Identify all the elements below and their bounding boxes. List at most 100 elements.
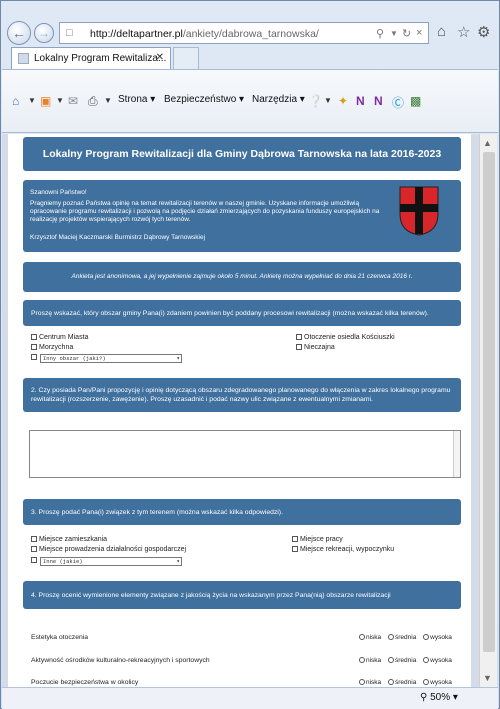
checkbox[interactable] [31, 354, 37, 360]
rss-feed-icon[interactable]: ▣ [40, 94, 51, 108]
question-3-panel: 3. Proszę podać Pana(i) związek z tym te… [23, 499, 461, 525]
chevron-down-icon[interactable]: ▼ [56, 96, 64, 105]
rating-radio-group[interactable]: niska średnia wysoka [359, 657, 457, 664]
back-button[interactable]: ← [7, 21, 31, 45]
addon-icon[interactable]: ✦ [338, 94, 348, 108]
radio-wysoka[interactable]: wysoka [423, 657, 452, 664]
chevron-down-icon[interactable]: ▼ [28, 96, 36, 105]
option-centrum-miasta[interactable]: Centrum Miasta [31, 334, 88, 341]
scroll-up-icon[interactable]: ▲ [483, 138, 492, 148]
chevron-down-icon[interactable]: ▼ [104, 96, 112, 105]
checkbox[interactable] [292, 546, 298, 552]
other-area-input[interactable]: Inny obszar (jaki?) ▾ [40, 354, 182, 363]
zoom-icon: ⚲ [420, 692, 428, 703]
survey-title-panel: Lokalny Program Rewitalizacji dla Gminy … [23, 137, 461, 171]
greeting-text: Szanowni Państwo! [30, 189, 87, 196]
dropdown-icon[interactable]: ▼ [390, 29, 398, 38]
notice-panel: Ankieta jest anonimowa, a jej wypełnieni… [23, 262, 461, 292]
option-other-checkbox[interactable] [31, 354, 39, 361]
zoom-control[interactable]: ⚲ 50% ▾ [420, 692, 458, 703]
signature-text: Krzysztof Maciej Kaczmarski Burmistrz Dą… [30, 234, 206, 241]
page-scrollbar[interactable]: ▲ ▼ [479, 134, 497, 687]
option-osiedle-kosciuszki[interactable]: Otoczenie osiedla Kościuszki [296, 334, 395, 341]
refresh-icon[interactable]: ↻ [402, 27, 411, 40]
intro-text: Pragniemy poznać Państwa opinię na temat… [30, 200, 380, 223]
other-relation-input[interactable]: Inne (jakie) ▾ [40, 557, 182, 566]
print-icon[interactable]: ⎙ [88, 94, 98, 109]
coat-of-arms-icon [399, 186, 439, 236]
option-miejsce-zamieszkania[interactable]: Miejsce zamieszkania [31, 536, 107, 543]
menu-page[interactable]: Strona ▾ [118, 94, 155, 105]
extension-icon[interactable]: ▩ [410, 94, 421, 108]
radio-srednia[interactable]: średnia [388, 657, 416, 664]
radio-niska[interactable]: niska [359, 634, 381, 641]
checkbox[interactable] [31, 546, 37, 552]
checkbox[interactable] [292, 536, 298, 542]
chevron-down-icon[interactable]: ▼ [324, 96, 332, 105]
search-icon[interactable]: ⚲ [376, 27, 384, 40]
tab-active[interactable]: Lokalny Program Rewitaliza... ✕ [11, 47, 171, 69]
rating-radio-group[interactable]: niska średnia wysoka [359, 634, 457, 641]
checkbox[interactable] [31, 557, 37, 563]
question-1-panel: Proszę wskazać, który obszar gminy Pana(… [23, 300, 461, 326]
scroll-down-icon[interactable]: ▼ [483, 673, 492, 683]
option-miejsce-pracy[interactable]: Miejsce pracy [292, 536, 343, 543]
radio-srednia[interactable]: średnia [388, 634, 416, 641]
help-icon[interactable]: ❔ [308, 94, 323, 108]
option-nieczajna[interactable]: Nieczajna [296, 344, 335, 351]
chevron-down-icon: ▾ [176, 355, 180, 362]
question-2-text: 2. Czy posiada Pan/Pani propozycję i opi… [31, 387, 451, 403]
page-viewport: Lokalny Program Rewitalizacji dla Gminy … [2, 134, 479, 687]
tab-close-icon[interactable]: ✕ [156, 52, 164, 63]
proposal-textarea[interactable] [29, 430, 461, 478]
textarea-scrollbar[interactable] [453, 431, 460, 477]
status-bar: ⚲ 50% ▾ [2, 687, 498, 709]
address-bar[interactable]: □ http://deltapartner.pl/ankiety/dabrowa… [59, 22, 429, 44]
question-1-text: Proszę wskazać, który obszar gminy Pana(… [31, 310, 429, 317]
radio-wysoka[interactable]: wysoka [423, 679, 452, 686]
option-dzialalnosc-gospodarcza[interactable]: Miejsce prowadzenia działalności gospoda… [31, 546, 186, 553]
settings-gear-icon[interactable]: ⚙ [477, 23, 490, 41]
navigation-bar: ← → □ http://deltapartner.pl/ankiety/dab… [5, 21, 497, 45]
checkbox[interactable] [296, 334, 302, 340]
radio-niska[interactable]: niska [359, 679, 381, 686]
rating-radio-group[interactable]: niska średnia wysoka [359, 679, 457, 686]
option-morzychna[interactable]: Morzychna [31, 344, 73, 351]
checkbox[interactable] [31, 536, 37, 542]
checkbox[interactable] [296, 344, 302, 350]
rating-row-label: Estetyka otoczenia [31, 634, 89, 641]
radio-srednia[interactable]: średnia [388, 679, 416, 686]
address-url: http://deltapartner.pl/ankiety/dabrowa_t… [90, 28, 319, 40]
checkbox[interactable] [31, 334, 37, 340]
question-3-text: 3. Proszę podać Pana(i) związek z tym te… [31, 509, 283, 516]
option-other-checkbox[interactable] [31, 557, 39, 564]
radio-wysoka[interactable]: wysoka [423, 634, 452, 641]
option-miejsce-rekreacji[interactable]: Miejsce rekreacji, wypoczynku [292, 546, 394, 553]
command-bar: ⌂ ▼ ▣ ▼ ✉ ⎙ ▼ Strona ▾ Bezpieczeństwo ▾ … [2, 69, 498, 133]
forward-button[interactable]: → [34, 23, 54, 43]
welcome-panel: Szanowni Państwo! Pragniemy poznać Państ… [23, 180, 461, 252]
question-2-panel: 2. Czy posiada Pan/Pani propozycję i opi… [23, 378, 461, 412]
chevron-down-icon: ▾ [176, 558, 180, 565]
mail-icon[interactable]: ✉ [68, 94, 78, 108]
menu-safety[interactable]: Bezpieczeństwo ▾ [164, 94, 244, 105]
favorites-star-icon[interactable]: ☆ [457, 23, 470, 41]
onenote-icon[interactable]: N [374, 94, 383, 108]
home-icon[interactable]: ⌂ [12, 94, 19, 108]
home-icon[interactable]: ⌂ [437, 23, 446, 40]
stop-icon[interactable]: × [416, 27, 422, 39]
tab-bar: Lokalny Program Rewitaliza... ✕ [5, 47, 497, 69]
scrollbar-thumb[interactable] [483, 152, 495, 652]
page-icon: □ [66, 27, 73, 39]
skype-icon[interactable]: Ⓒ [392, 94, 404, 111]
checkbox[interactable] [31, 344, 37, 350]
menu-tools[interactable]: Narzędzia ▾ [252, 94, 305, 105]
new-tab-button[interactable] [173, 47, 199, 69]
forward-arrow-icon: → [38, 26, 50, 40]
onenote-icon[interactable]: N [356, 94, 365, 108]
back-arrow-icon: ← [12, 25, 26, 41]
notice-text: Ankieta jest anonimowa, a jej wypełnieni… [71, 273, 413, 280]
question-4-panel: 4. Proszę ocenić wymienione elementy zwi… [23, 581, 461, 609]
radio-niska[interactable]: niska [359, 657, 381, 664]
rating-row-label: Aktywność ośrodków kulturalno-rekreacyjn… [31, 657, 210, 664]
